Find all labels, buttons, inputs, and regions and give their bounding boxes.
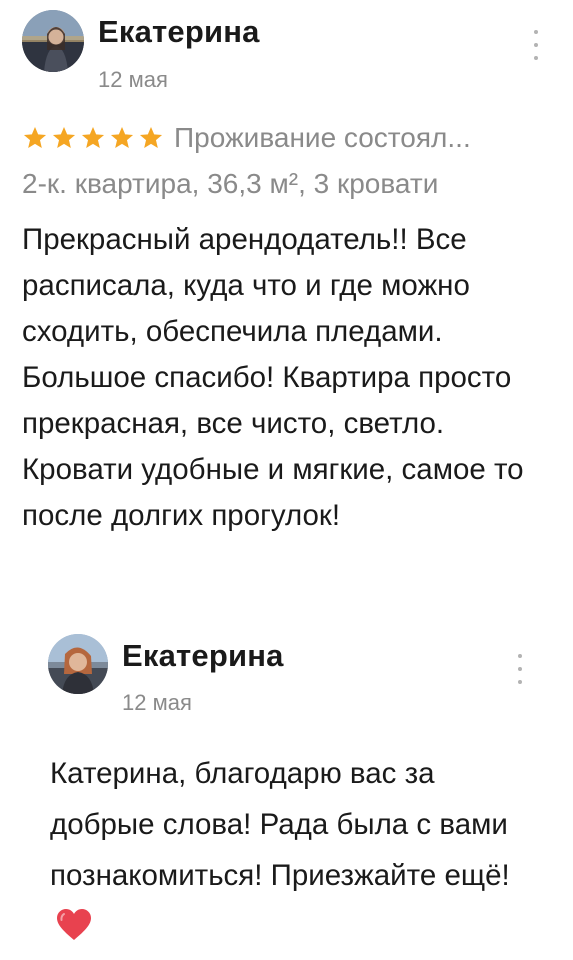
reply-header: Екатерина 12 мая [48,630,548,715]
star-icon [81,126,105,148]
author-name[interactable]: Екатерина [98,14,260,50]
reply-text: Катерина, благодарю вас за добрые слова!… [50,757,510,892]
star-icon [52,126,76,148]
star-icon [139,126,163,148]
rating-row: Проживание состоял... [22,118,562,158]
review-date: 12 мая [98,67,168,92]
review-text: Прекрасный арендодатель!! Все расписала,… [22,223,524,532]
heart-emoji-icon [57,909,91,940]
star-rating [22,125,164,151]
reply-text-block: Катерина, благодарю вас за добрые слова!… [50,748,540,952]
more-options-icon[interactable] [528,30,544,60]
review-header: Екатерина 12 мая [22,8,552,92]
reply-date: 12 мая [122,690,192,715]
star-icon [23,126,47,148]
reply-more-options-icon[interactable] [512,654,528,684]
host-name[interactable]: Екатерина [122,638,284,674]
avatar[interactable] [22,10,84,72]
rating-category-text[interactable]: Проживание состоял... [174,122,471,154]
star-icon [110,126,134,148]
listing-info: 2-к. квартира, 36,3 м², 3 кровати [22,168,439,199]
host-avatar[interactable] [48,634,108,694]
